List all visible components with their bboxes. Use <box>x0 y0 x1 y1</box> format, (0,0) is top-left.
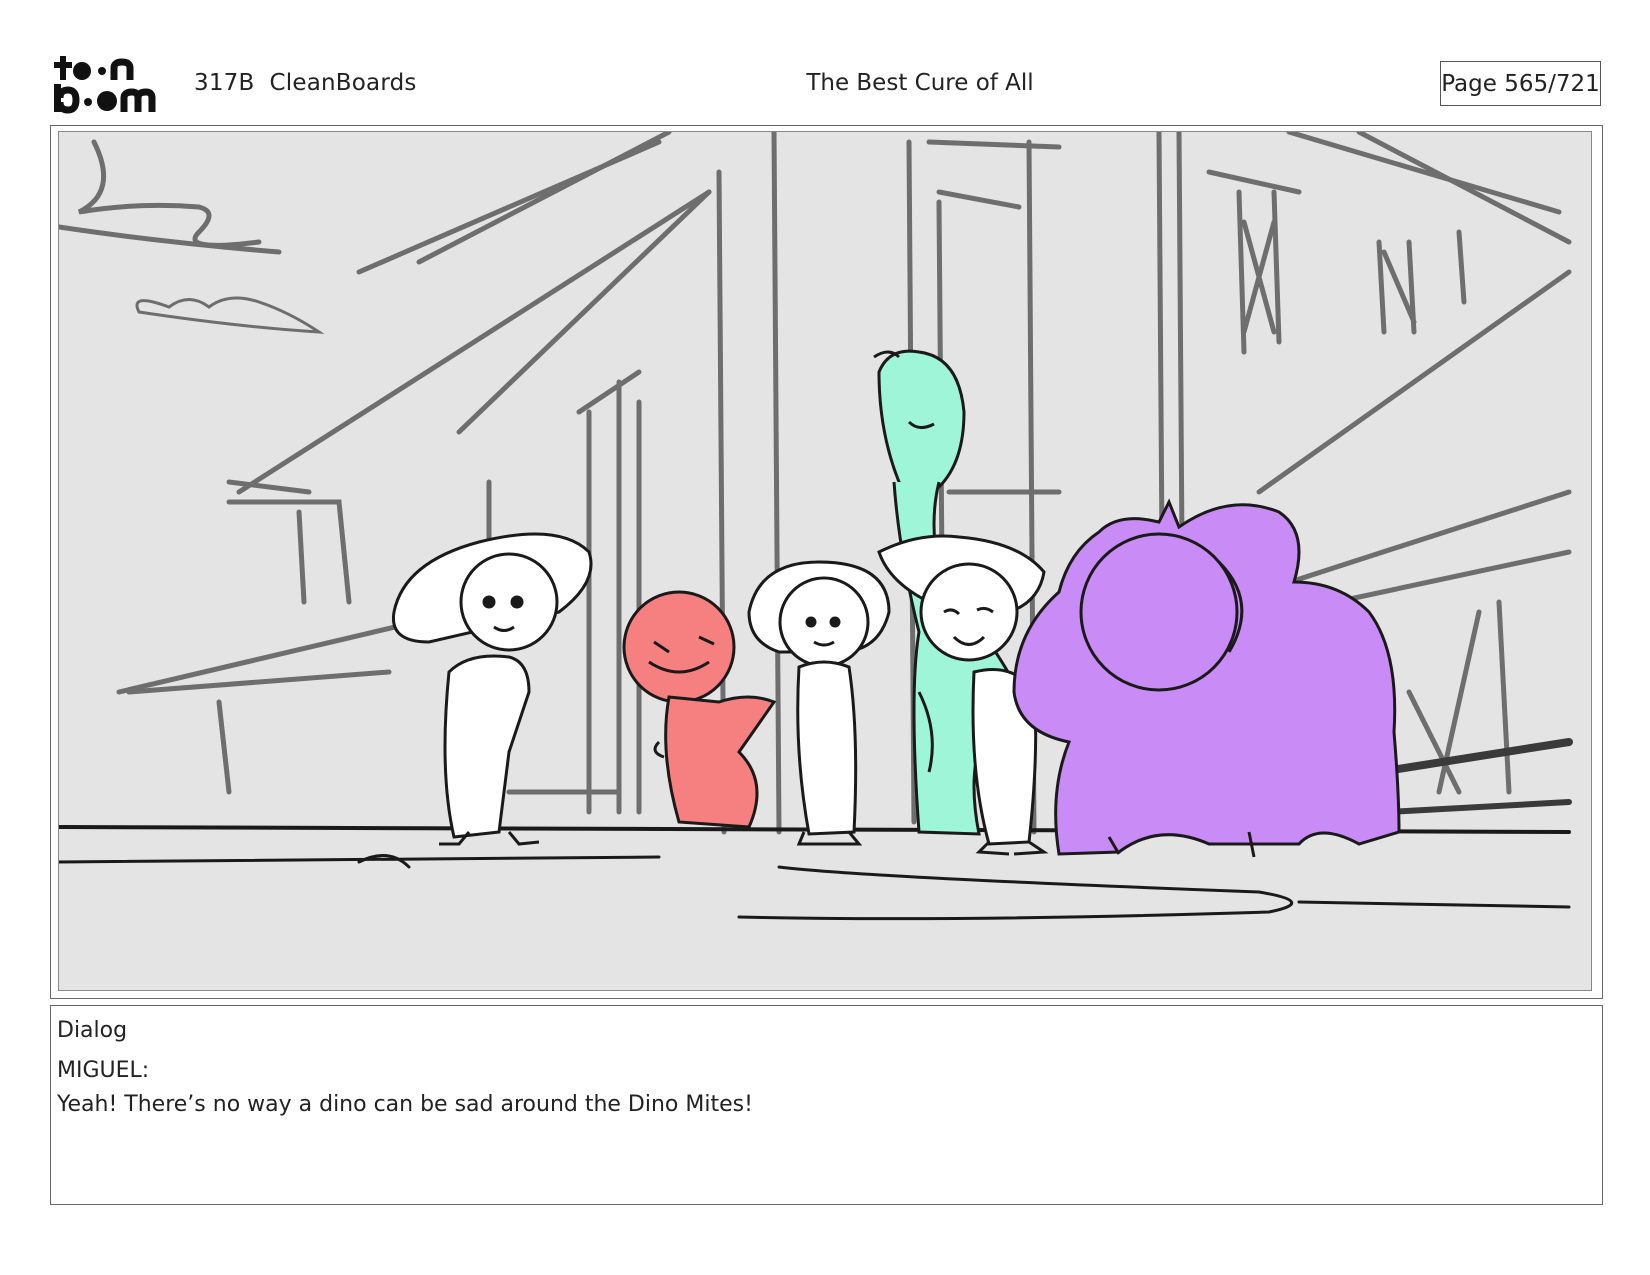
right-post <box>1456 229 1467 305</box>
pole-2 <box>771 132 782 835</box>
dialog-box: Dialog MIGUEL: Yeah! There’s no way a di… <box>50 1005 1603 1205</box>
toonboom-logo <box>52 52 170 116</box>
right-fence-1 <box>1375 738 1573 776</box>
toonboom-logo-mark <box>54 56 156 114</box>
scene-drawing <box>59 132 1573 921</box>
lower-post <box>216 699 232 795</box>
page-counter: Page 565/721 <box>1440 61 1601 106</box>
sky-stroke-2 <box>59 224 282 255</box>
girl-left <box>391 532 593 846</box>
page-counter-text: Page 565/721 <box>1441 70 1600 97</box>
ground-scribble <box>357 854 411 869</box>
dialog-heading: Dialog <box>57 1018 128 1043</box>
beam-2 <box>936 189 1022 210</box>
purple-dino <box>1012 498 1401 858</box>
right-rail-1 <box>1256 489 1572 595</box>
window-2 <box>1376 239 1417 335</box>
window-1 <box>1236 189 1282 355</box>
right-roof-1 <box>1286 132 1562 215</box>
right-roof-2 <box>1356 132 1572 245</box>
ground-line-4 <box>1297 900 1571 909</box>
sky-stroke <box>77 139 262 248</box>
dialog-line: Yeah! There’s no way a dino can be sad a… <box>57 1092 753 1117</box>
dialog-speaker: MIGUEL: <box>57 1058 150 1083</box>
center-roof <box>576 369 642 415</box>
panel-artwork <box>58 131 1592 991</box>
board-title: The Best Cure of All <box>806 70 1034 96</box>
ground-line-3 <box>737 865 1293 921</box>
episode-label: 317B CleanBoards <box>194 70 417 96</box>
house-left <box>226 499 352 605</box>
right-fence-2 <box>1386 799 1572 815</box>
right-beam-1 <box>1206 169 1302 195</box>
beam-1 <box>926 139 1062 150</box>
storyboard-panel <box>50 125 1603 999</box>
house-post <box>296 509 307 605</box>
cloud <box>135 296 325 334</box>
roof-line-4 <box>456 189 712 435</box>
